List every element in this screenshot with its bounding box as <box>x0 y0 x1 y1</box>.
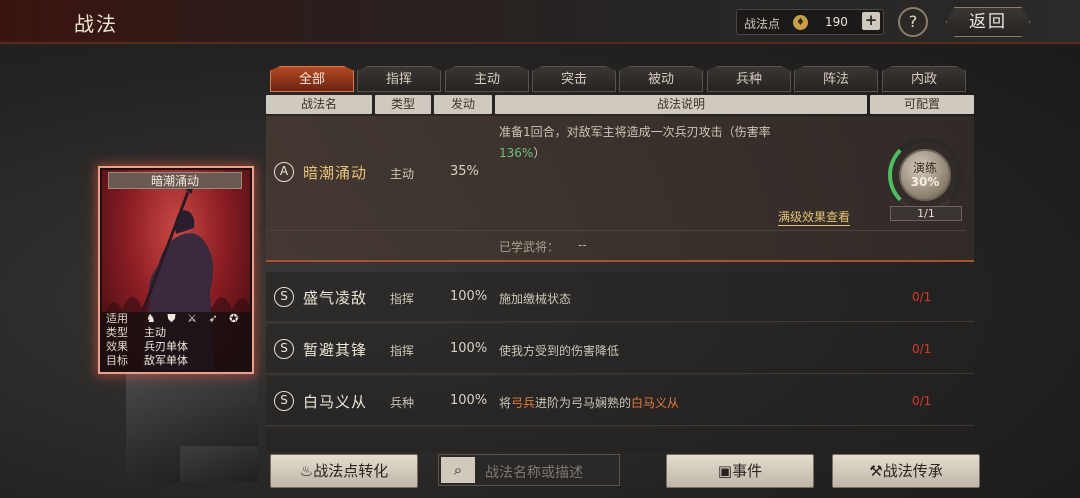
skill-row-partial[interactable] <box>266 428 974 452</box>
skill-row-selected[interactable]: A 暗潮涌动 主动 35% 准备1回合，对敌军主将造成一次兵刃攻击（伤害率 13… <box>266 116 974 262</box>
card-row-value: 敌军单体 <box>144 354 188 367</box>
inherit-skill-button[interactable]: ⚒战法传承 <box>832 454 980 488</box>
description-text: 进阶为弓马娴熟的 <box>535 396 632 410</box>
drop-icon: ♨ <box>299 462 314 480</box>
column-header-name[interactable]: 战法名 <box>266 95 372 114</box>
convert-points-button[interactable]: ♨战法点转化 <box>270 454 418 488</box>
skill-type: 指挥 <box>390 344 415 358</box>
drill-label: 演练 <box>912 161 937 175</box>
search-placeholder: 战法名称或描述 <box>485 465 583 481</box>
skill-card-info: 适用 ♞ ⛊ ⚔ ➶ ✪ 类型 主动 效果 兵刃单体 目标 敌军单体 <box>102 312 250 370</box>
description-text: 将 <box>499 396 512 410</box>
tab-all[interactable]: 全部 <box>270 66 354 92</box>
skill-points-label: 战法点 <box>744 17 781 31</box>
help-button[interactable]: ? <box>898 7 928 37</box>
skill-type: 指挥 <box>390 292 415 306</box>
column-header-type[interactable]: 类型 <box>375 95 431 114</box>
add-points-button[interactable]: + <box>862 12 880 30</box>
skill-card[interactable]: 暗潮涌动 适用 ♞ ⛊ ⚔ ➶ ✪ 类型 主动 效果 兵刃单体 目标 敌军单体 <box>98 166 254 374</box>
drill-button[interactable]: 演练 30% <box>899 149 951 201</box>
damage-rate: 136% <box>499 146 534 160</box>
skill-points-icon: ♦ <box>793 15 808 30</box>
highlight-white-horse: 白马义从 <box>631 396 680 410</box>
tab-troop[interactable]: 兵种 <box>707 66 791 92</box>
drill-count: 1/1 <box>890 206 962 221</box>
top-bar: 战法 战法点 ♦ 190 + ? 返回 <box>0 0 1080 44</box>
tab-assault[interactable]: 突击 <box>532 66 616 92</box>
grade-badge: S <box>274 287 294 307</box>
event-label: 事件 <box>732 462 763 480</box>
skill-name: 暗潮涌动 <box>303 164 368 182</box>
skill-type: 主动 <box>390 167 415 181</box>
tab-internal[interactable]: 内政 <box>882 66 966 92</box>
max-effect-link[interactable]: 满级效果查看 <box>778 208 851 226</box>
tab-formation[interactable]: 阵法 <box>794 66 878 92</box>
config-count: 0/1 <box>912 394 932 408</box>
convert-points-label: 战法点转化 <box>313 462 389 480</box>
drill-percent: 30% <box>910 175 940 189</box>
skill-name: 盛气凌敌 <box>303 289 368 307</box>
search-icon[interactable]: ⌕ <box>441 457 475 483</box>
grade-badge: S <box>274 339 294 359</box>
skill-description: 使我方受到的伤害降低 <box>499 344 620 358</box>
card-row-value: 兵刃单体 <box>144 340 188 353</box>
divider <box>266 230 966 231</box>
page-title: 战法 <box>74 12 118 36</box>
highlight-archer: 弓兵 <box>511 396 536 410</box>
skill-row[interactable]: S 盛气凌敌 指挥 100% 施加缴械状态 0/1 <box>266 272 974 322</box>
card-row-type: 类型 主动 <box>106 326 166 340</box>
card-row-target: 目标 敌军单体 <box>106 354 188 368</box>
learned-generals-label: 已学武将： <box>499 240 560 254</box>
column-header-configurable[interactable]: 可配置 <box>870 95 974 114</box>
card-row-label: 类型 <box>106 326 128 339</box>
ticket-icon: ▣ <box>717 462 733 480</box>
config-count: 0/1 <box>912 342 932 356</box>
skill-description-line2: 136%） <box>499 144 545 161</box>
tab-passive[interactable]: 被动 <box>619 66 703 92</box>
tab-command[interactable]: 指挥 <box>357 66 441 92</box>
card-row-label: 效果 <box>106 340 128 353</box>
skill-points-value: 190 <box>825 15 848 29</box>
drill-widget[interactable]: 演练 30% 1/1 <box>886 136 968 222</box>
skill-probability: 100% <box>450 289 488 304</box>
back-button[interactable]: 返回 <box>946 7 1030 37</box>
skill-probability: 100% <box>450 393 488 408</box>
card-row-value: 主动 <box>144 326 166 339</box>
grade-badge: A <box>274 162 294 182</box>
skill-name: 暂避其锋 <box>303 341 368 359</box>
skill-type: 兵种 <box>390 396 415 410</box>
card-row-applicable: 适用 ♞ ⛊ ⚔ ➶ ✪ <box>106 312 238 326</box>
event-button[interactable]: ▣事件 <box>666 454 814 488</box>
column-header-trigger[interactable]: 发动 <box>434 95 492 114</box>
column-header-description: 战法说明 <box>495 95 867 114</box>
inherit-skill-label: 战法传承 <box>882 462 943 480</box>
learned-generals-value: -- <box>578 238 587 252</box>
skill-probability: 35% <box>450 164 479 179</box>
grade-badge: S <box>274 391 294 411</box>
description-close: ） <box>533 146 546 160</box>
hammer-icon: ⚒ <box>869 462 883 480</box>
skill-description: 施加缴械状态 <box>499 292 572 306</box>
troop-type-icons: ♞ ⛊ ⚔ ➶ ✪ <box>146 312 243 325</box>
card-row-label: 目标 <box>106 354 128 367</box>
card-stack-shadow <box>180 446 258 482</box>
card-row-label: 适用 <box>106 312 128 325</box>
skill-name: 白马义从 <box>303 393 368 411</box>
skill-description-line1: 准备1回合，对敌军主将造成一次兵刃攻击（伤害率 <box>499 125 771 139</box>
config-count: 0/1 <box>912 290 932 304</box>
skill-list[interactable]: A 暗潮涌动 主动 35% 准备1回合，对敌军主将造成一次兵刃攻击（伤害率 13… <box>266 116 974 452</box>
skill-probability: 100% <box>450 341 488 356</box>
search-input[interactable]: ⌕ 战法名称或描述 <box>438 454 620 486</box>
tab-active[interactable]: 主动 <box>445 66 529 92</box>
skill-row[interactable]: S 暂避其锋 指挥 100% 使我方受到的伤害降低 0/1 <box>266 324 974 374</box>
card-row-effect: 效果 兵刃单体 <box>106 340 188 354</box>
skill-row[interactable]: S 白马义从 兵种 100% 将弓兵进阶为弓马娴熟的白马义从 0/1 <box>266 376 974 426</box>
skill-description: 将弓兵进阶为弓马娴熟的白马义从 <box>499 394 679 411</box>
skill-card-title: 暗潮涌动 <box>108 172 242 189</box>
